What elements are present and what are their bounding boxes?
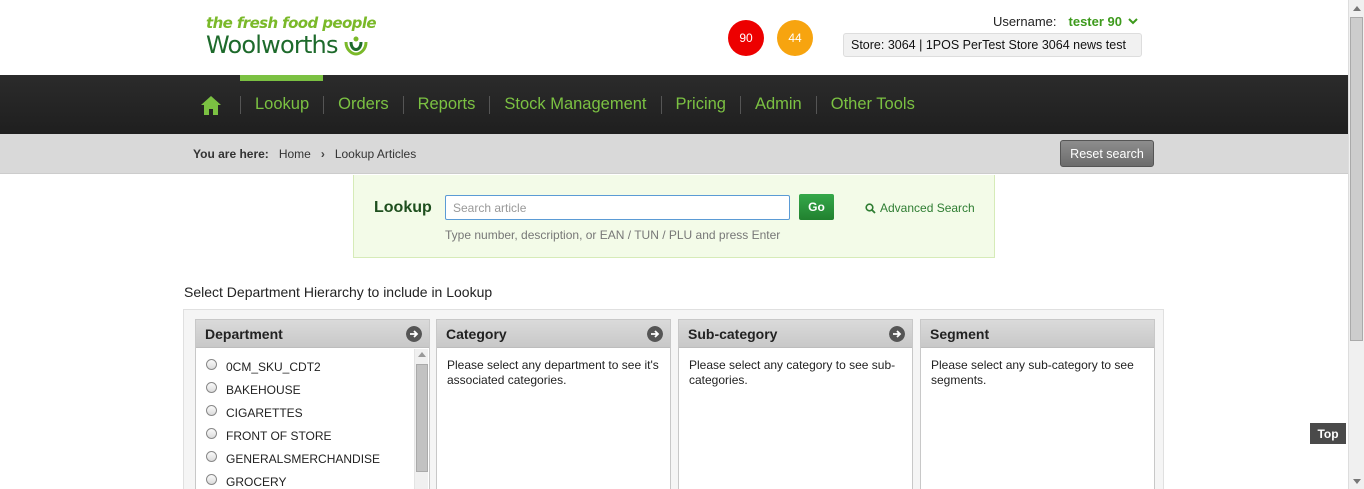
department-header: Department: [205, 326, 283, 342]
breadcrumb: You are here: Home › Lookup Articles: [193, 147, 416, 161]
breadcrumb-bar: You are here: Home › Lookup Articles Res…: [0, 134, 1348, 174]
home-icon[interactable]: [200, 95, 222, 116]
nav-admin[interactable]: Admin: [741, 95, 816, 114]
segment-header: Segment: [930, 326, 990, 342]
scroll-thumb[interactable]: [416, 364, 428, 472]
logo-brand: Woolworths: [206, 31, 338, 59]
nav-reports[interactable]: Reports: [404, 95, 490, 114]
woolworths-leaf-icon: [344, 36, 368, 56]
chevron-right-icon: ›: [320, 147, 325, 161]
logo-tagline: the fresh food people: [206, 14, 377, 32]
scroll-up-icon[interactable]: [1353, 6, 1361, 11]
breadcrumb-home[interactable]: Home: [279, 147, 311, 161]
department-list: 0CM_SKU_CDT2 BAKEHOUSE CIGARETTES FRONT …: [196, 348, 429, 489]
department-option[interactable]: BAKEHOUSE: [206, 378, 429, 401]
arrow-right-icon[interactable]: [406, 326, 422, 342]
category-column: Category Please select any department to…: [436, 319, 671, 489]
woolworths-logo[interactable]: the fresh food people Woolworths: [206, 14, 377, 59]
breadcrumb-current: Lookup Articles: [334, 147, 417, 161]
advanced-search-link[interactable]: Advanced Search: [865, 201, 975, 215]
back-to-top-button[interactable]: Top: [1310, 423, 1346, 444]
radio-button[interactable]: [206, 359, 217, 370]
lookup-title: Lookup: [374, 199, 432, 216]
reset-search-button[interactable]: Reset search: [1060, 140, 1154, 167]
page-scrollbar[interactable]: [1348, 0, 1364, 489]
username-label: Username:: [992, 14, 1057, 29]
department-scrollbar[interactable]: [414, 349, 428, 489]
nav-lookup[interactable]: Lookup: [241, 95, 323, 114]
category-header: Category: [446, 326, 507, 342]
search-icon: [865, 202, 876, 214]
radio-button[interactable]: [206, 405, 217, 416]
department-option[interactable]: FRONT OF STORE: [206, 424, 429, 447]
sub-category-message: Please select any category to see sub-ca…: [689, 358, 896, 387]
search-article-input[interactable]: [445, 195, 790, 220]
department-column: Department 0CM_SKU_CDT2 BAKEHOUSE CIGARE…: [195, 319, 430, 489]
main-nav: Lookup Orders Reports Stock Management P…: [0, 75, 1348, 134]
header: the fresh food people Woolworths 90 44 U…: [0, 0, 1348, 75]
notification-badge-red[interactable]: 90: [728, 20, 764, 56]
username[interactable]: tester 90: [1069, 14, 1122, 29]
category-message: Please select any department to see it's…: [447, 358, 659, 387]
nav-stock-management[interactable]: Stock Management: [490, 95, 660, 114]
search-hint: Type number, description, or EAN / TUN /…: [445, 228, 781, 242]
advanced-search-label: Advanced Search: [880, 201, 975, 215]
department-option[interactable]: GROCERY: [206, 470, 429, 489]
segment-column: Segment Please select any sub-category t…: [920, 319, 1155, 489]
breadcrumb-label: You are here:: [193, 147, 269, 161]
radio-button[interactable]: [206, 382, 217, 393]
lookup-panel: Lookup Go Advanced Search Type number, d…: [353, 175, 995, 258]
sub-category-column: Sub-category Please select any category …: [678, 319, 913, 489]
nav-orders[interactable]: Orders: [324, 95, 402, 114]
user-menu[interactable]: Username: tester 90: [993, 14, 1138, 29]
scroll-thumb[interactable]: [1350, 17, 1363, 341]
hierarchy-panel: Department 0CM_SKU_CDT2 BAKEHOUSE CIGARE…: [183, 309, 1164, 489]
segment-message: Please select any sub-category to see se…: [931, 358, 1134, 387]
scroll-up-icon[interactable]: [418, 352, 426, 357]
department-option[interactable]: CIGARETTES: [206, 401, 429, 424]
nav-pricing[interactable]: Pricing: [662, 95, 740, 114]
go-button[interactable]: Go: [799, 194, 834, 220]
page: the fresh food people Woolworths 90 44 U…: [0, 0, 1364, 489]
chevron-down-icon[interactable]: [1128, 18, 1138, 25]
radio-button[interactable]: [206, 451, 217, 462]
department-option[interactable]: 0CM_SKU_CDT2: [206, 355, 429, 378]
scroll-down-icon[interactable]: [1353, 479, 1361, 484]
nav-other-tools[interactable]: Other Tools: [817, 95, 929, 114]
arrow-right-icon[interactable]: [647, 326, 663, 342]
sub-category-header: Sub-category: [688, 326, 778, 342]
store-selector[interactable]: Store: 3064 | 1POS PerTest Store 3064 ne…: [843, 33, 1142, 57]
notification-badge-orange[interactable]: 44: [777, 20, 813, 56]
department-option[interactable]: GENERALSMERCHANDISE: [206, 447, 429, 470]
radio-button[interactable]: [206, 474, 217, 485]
nav-menu: Lookup Orders Reports Stock Management P…: [240, 75, 929, 134]
radio-button[interactable]: [206, 428, 217, 439]
arrow-right-icon[interactable]: [889, 326, 905, 342]
hierarchy-title: Select Department Hierarchy to include i…: [184, 284, 493, 300]
